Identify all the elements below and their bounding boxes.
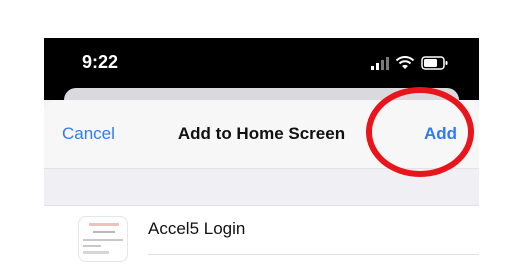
annotation-circle [366, 87, 474, 177]
app-thumbnail [78, 216, 128, 262]
shortcut-row [44, 206, 479, 265]
status-icons [371, 56, 461, 70]
battery-icon [421, 56, 448, 70]
shortcut-name-field[interactable] [148, 219, 448, 239]
signal-icon [371, 57, 389, 70]
row-divider [148, 254, 479, 255]
screenshot-stage: 9:22 Cancel Add to Home Screen Add Accel… [0, 0, 523, 265]
wifi-icon [395, 56, 415, 69]
status-time: 9:22 [82, 52, 119, 72]
